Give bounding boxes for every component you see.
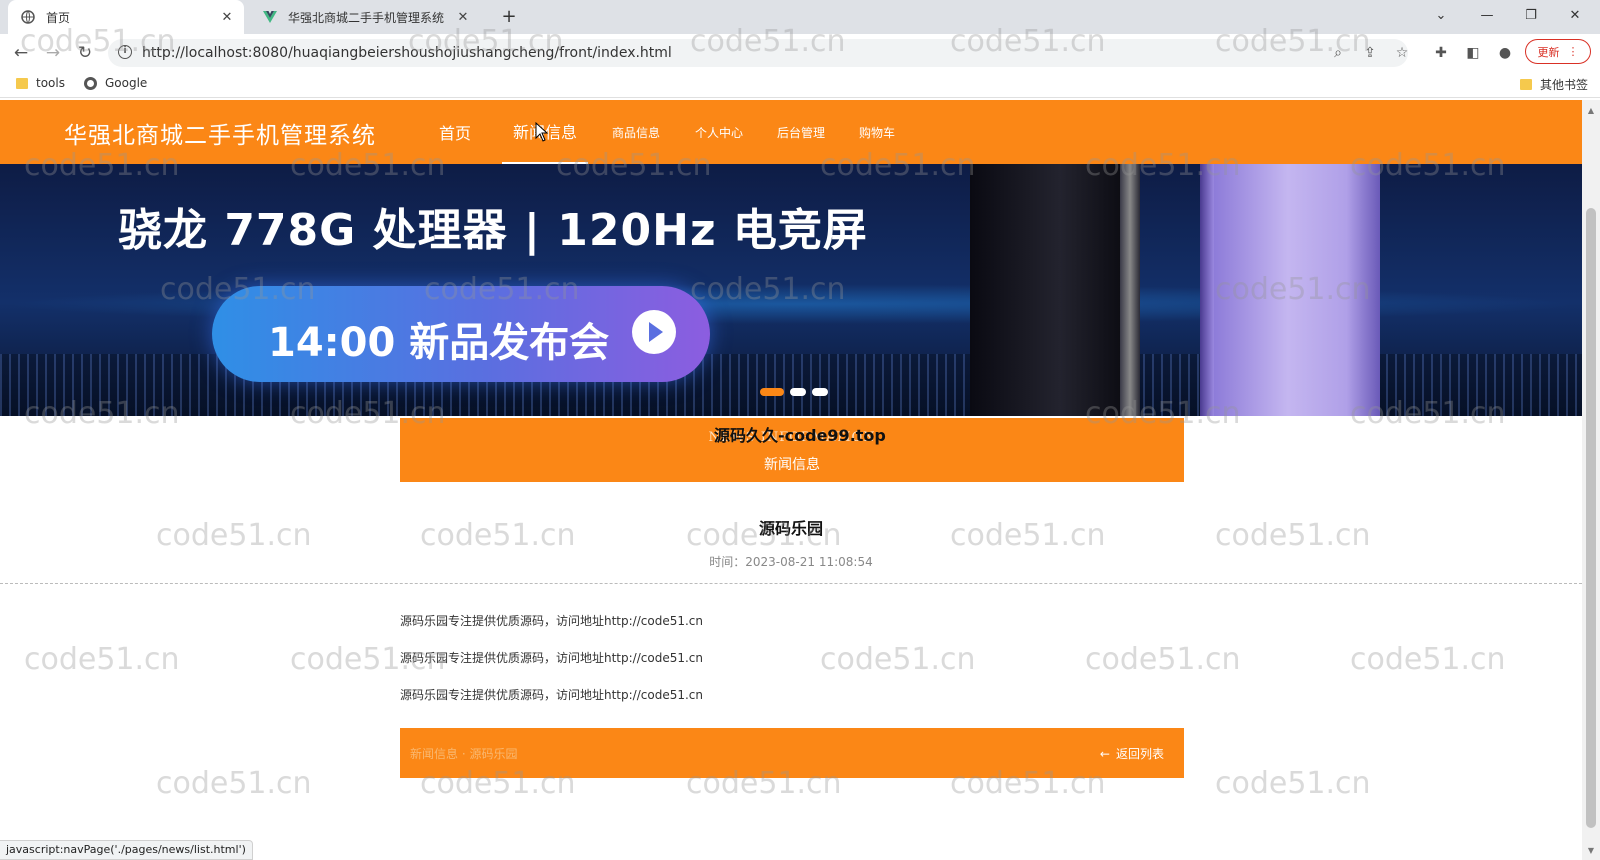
nav-home[interactable]: 首页 [430,100,480,164]
article-time: 时间：2023-08-21 11:08:54 [709,555,873,569]
folder-icon [16,77,28,89]
bookmark-label: Google [105,76,148,90]
carousel-dot-active[interactable] [760,388,784,396]
scrollbar-thumb[interactable] [1586,208,1596,828]
forward-icon[interactable]: → [40,40,66,66]
bookmark-other[interactable]: 其他书签 [1520,76,1588,93]
phone-image [970,164,1120,416]
update-button[interactable]: 更新 ⋮ [1525,39,1591,64]
page-viewport: 华强北商城二手手机管理系统 首页 新闻信息 商品信息 个人中心 后台管理 购物车… [0,100,1582,860]
phone-edge [1200,164,1214,416]
carousel-dot[interactable] [812,388,828,396]
launch-text: 14:00 新品发布会 [268,320,610,366]
phone-edge [1120,164,1140,416]
vue-icon [262,9,278,25]
bookmark-label: 其他书签 [1540,78,1589,92]
overlay-text: 源码久久-code99.top [714,426,886,445]
breadcrumb: 新闻信息 · 源码乐园 [410,747,518,761]
status-bar: javascript:navPage('./pages/news/list.ht… [0,840,253,860]
play-icon[interactable] [632,310,676,354]
star-icon[interactable]: ☆ [1393,44,1411,62]
back-to-list-label: 返回列表 [1115,747,1164,761]
google-icon [84,76,97,90]
share-icon[interactable]: ⇪ [1361,44,1379,62]
article-paragraph: 源码乐园专注提供优质源码，访问地址http://code51.cn [400,614,703,628]
bookmarks-bar: tools Google 其他书签 [0,70,1600,98]
close-icon[interactable]: ✕ [218,8,236,26]
article-paragraph: 源码乐园专注提供优质源码，访问地址http://code51.cn [400,651,703,665]
sidebar-icon[interactable]: ◧ [1464,44,1482,62]
site-header: 华强北商城二手手机管理系统 首页 新闻信息 商品信息 个人中心 后台管理 购物车 [0,100,1582,164]
nav-profile[interactable]: 个人中心 [688,100,750,164]
zoom-icon[interactable]: ⌕ [1329,44,1347,62]
restore-icon[interactable]: ❐ [1508,0,1554,30]
address-bar[interactable]: i http://localhost:8080/huaqiangbeiersho… [108,39,1408,67]
bookmark-google[interactable]: Google [84,76,147,90]
extensions-icon[interactable]: ✚ [1432,44,1450,62]
section-title-cn: 新闻信息 [764,457,820,473]
tab-search-icon[interactable]: ⌄ [1418,0,1464,30]
bookmark-label: tools [36,76,65,90]
minimize-icon[interactable]: — [1464,0,1510,30]
tab-admin[interactable]: 华强北商城二手手机管理系统 ✕ [252,0,480,34]
nav-cart[interactable]: 购物车 [852,100,902,164]
tab-title: 首页 [46,10,71,25]
folder-icon [1520,79,1532,90]
back-to-list-button[interactable]: ← 返回列表 [1100,745,1164,762]
page-scrollbar[interactable]: ▲ ▼ [1582,100,1600,860]
close-icon[interactable]: ✕ [454,8,472,26]
tab-strip: 首页 ✕ 华强北商城二手手机管理系统 ✕ + ⌄ — ❐ ✕ [0,0,1600,34]
scroll-down-icon[interactable]: ▼ [1586,846,1596,856]
article-footer-bar: 新闻信息 · 源码乐园 ← 返回列表 [400,728,1184,778]
update-label: 更新 [1537,45,1560,59]
tab-home[interactable]: 首页 ✕ [8,0,244,34]
scroll-up-icon[interactable]: ▲ [1586,106,1596,116]
tab-title: 华强北商城二手手机管理系统 [288,10,445,25]
window-close-icon[interactable]: ✕ [1552,0,1598,30]
divider [0,583,1582,584]
site-logo[interactable]: 华强北商城二手手机管理系统 [64,116,376,150]
bookmark-tools[interactable]: tools [16,76,65,90]
url-text[interactable]: http://localhost:8080/huaqiangbeiershous… [142,45,672,61]
hero-banner[interactable]: 骁龙 778G 处理器 | 120Hz 电竞屏 14:00 新品发布会 [0,164,1582,416]
profile-icon[interactable]: ● [1496,44,1514,62]
phone-image [1212,164,1380,416]
browser-toolbar: ← → ↻ i http://localhost:8080/huaqiangbe… [0,34,1600,70]
banner-headline: 骁龙 778G 处理器 | 120Hz 电竞屏 [118,205,868,256]
globe-icon [20,9,36,25]
article-paragraph: 源码乐园专注提供优质源码，访问地址http://code51.cn [400,688,703,702]
more-icon: ⋮ [1567,45,1579,58]
new-tab-button[interactable]: + [498,6,520,28]
cursor-icon [535,122,549,142]
nav-products[interactable]: 商品信息 [606,100,666,164]
back-icon[interactable]: ← [8,40,34,66]
nav-admin[interactable]: 后台管理 [770,100,832,164]
reload-icon[interactable]: ↻ [72,40,98,66]
article-title: 源码乐园 [758,519,823,538]
arrow-left-icon: ← [1099,746,1110,761]
carousel-dot[interactable] [790,388,806,396]
info-icon[interactable]: i [118,45,132,59]
